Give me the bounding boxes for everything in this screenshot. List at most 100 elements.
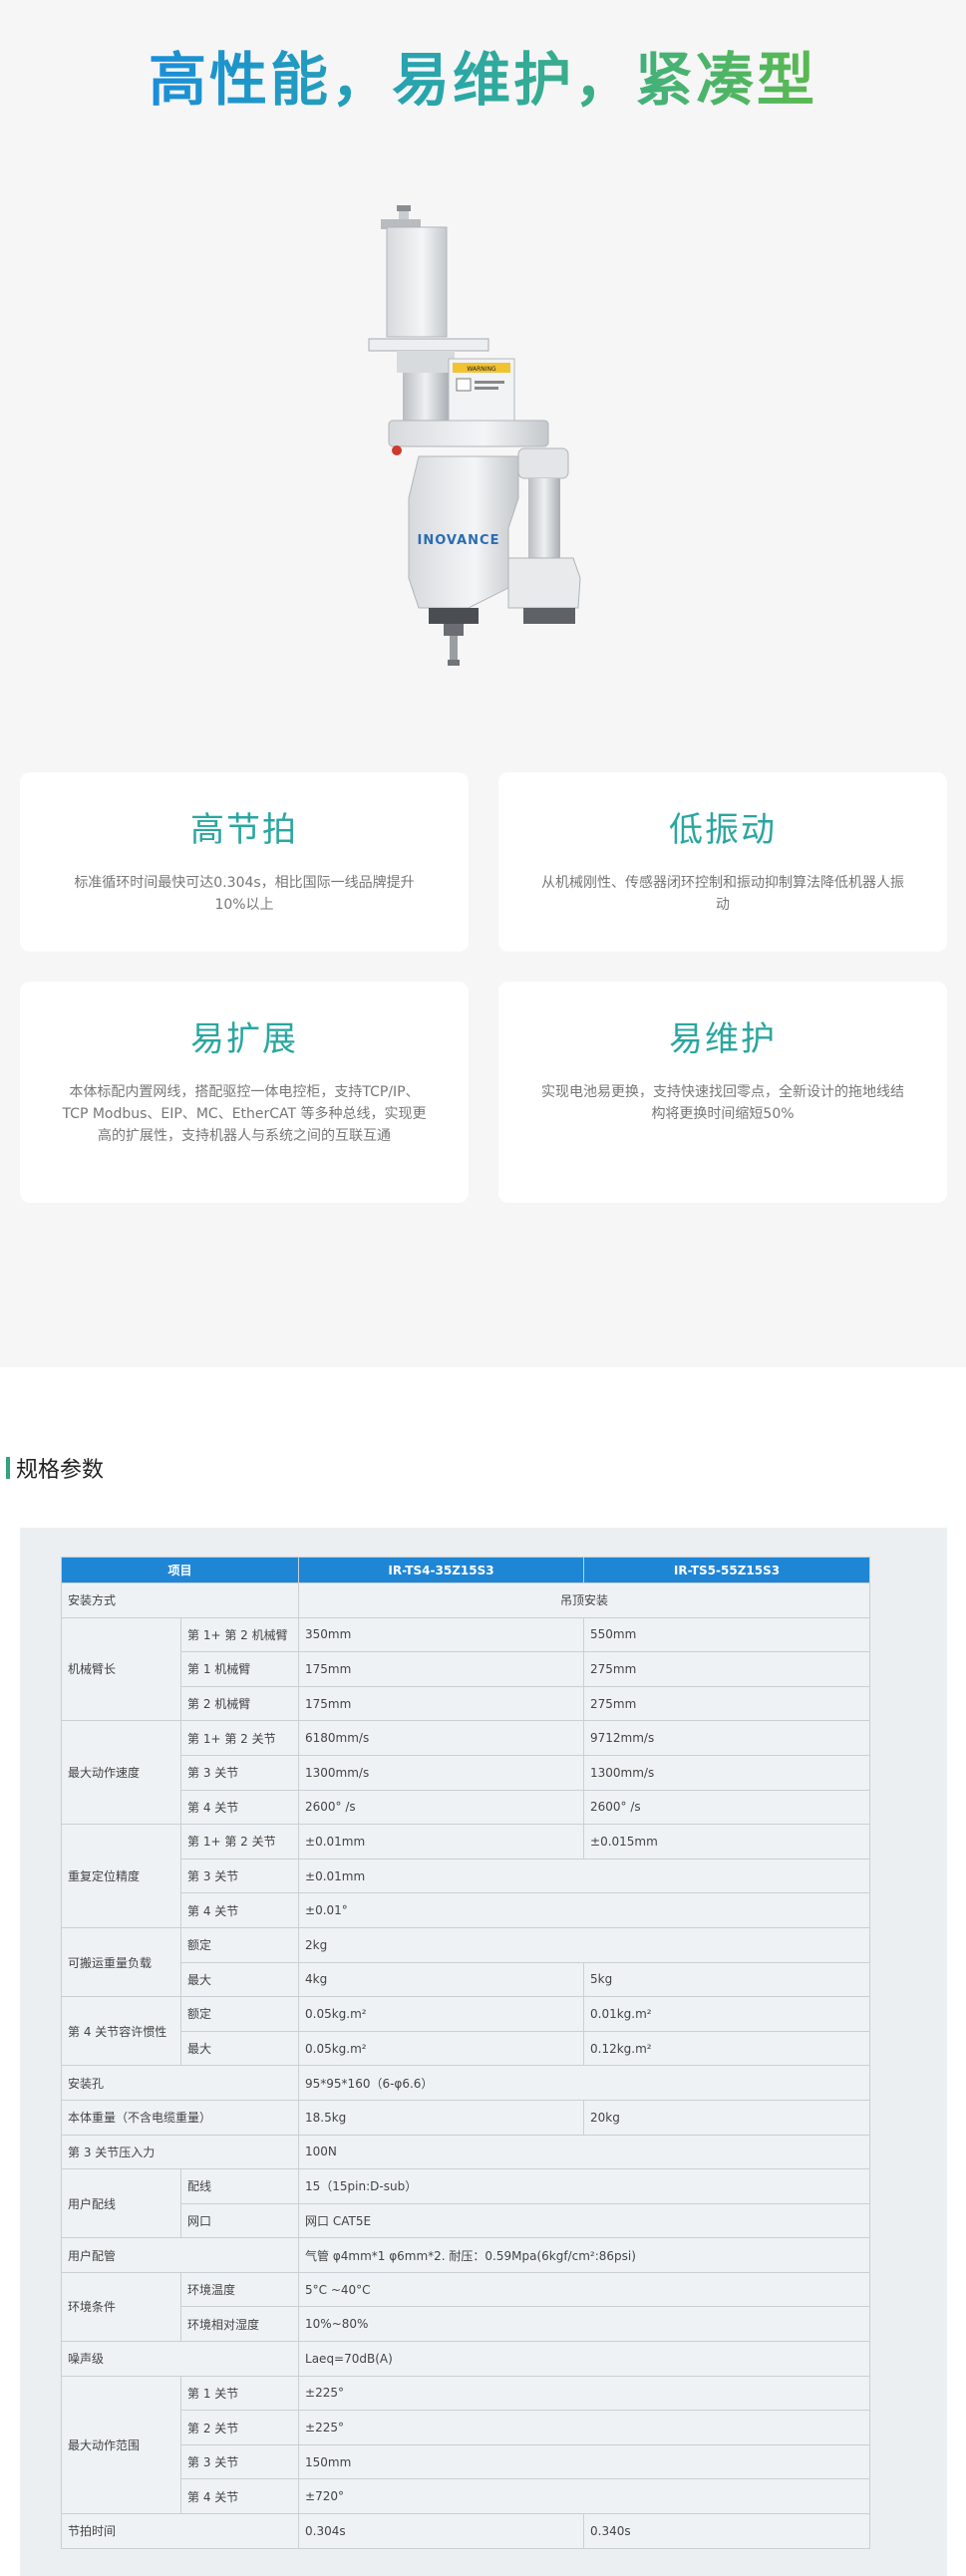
row-label: 第 3 关节 bbox=[179, 2443, 300, 2480]
row-label: 本体重量（不含电缆重量） bbox=[60, 2099, 300, 2136]
row-value-a: 0.05kg.m² bbox=[298, 2030, 585, 2067]
table-row: 重复定位精度 第 1+ 第 2 关节 ±0.01mm ±0.015mm bbox=[61, 1824, 871, 1928]
row-value-a: 0.05kg.m² bbox=[298, 1996, 585, 2032]
table-row: 第 4 关节 ±720° bbox=[62, 2478, 871, 2515]
table-row: 安装方式 吊顶安装 bbox=[60, 1582, 871, 1618]
table-row: 第 2 机械臂 175mm 275mm bbox=[62, 1685, 871, 1722]
row-value-b: 0.01kg.m² bbox=[583, 1996, 871, 2032]
row-value: 100N bbox=[298, 2134, 871, 2170]
row-value: 气管 φ4mm*1 φ6mm*2. 耐压：0.59Mpa(6kgf/cm²:86… bbox=[298, 2237, 871, 2273]
row-label: 额定 bbox=[179, 1996, 300, 2032]
feature-card-expandable: 易扩展 本体标配内置网线，搭配驱控一体电控柜，支持TCP/IP、TCP Modb… bbox=[20, 982, 469, 1203]
row-label: 额定 bbox=[179, 1926, 300, 1963]
row-label: 最大 bbox=[179, 2030, 300, 2067]
group-label: 机械臂长 bbox=[61, 1616, 181, 1722]
table-row: 可搬运重量负载 额定 2kg bbox=[61, 1926, 871, 1998]
row-label: 第 4 关节 bbox=[179, 2478, 300, 2515]
row-label: 噪声级 bbox=[60, 2341, 300, 2377]
table-row: 第 4 关节 2600° /s 2600° /s bbox=[62, 1789, 871, 1826]
group-label: 用户配线 bbox=[61, 2168, 181, 2239]
row-value-b: ±0.015mm bbox=[583, 1824, 871, 1860]
table-row: 安装孔 95*95*160（6-φ6.6） bbox=[60, 2065, 871, 2101]
feature-desc: 实现电池易更换，支持快速找回零点，全新设计的拖地线结构将更换时间缩短50% bbox=[541, 1084, 904, 1122]
row-value-a: 2600° /s bbox=[298, 1789, 585, 1826]
table-row: 环境条件 环境温度 5°C ~40°C bbox=[61, 2271, 871, 2343]
row-value: Laeq=70dB(A) bbox=[298, 2341, 871, 2377]
table-row: 第 1 机械臂 175mm 275mm bbox=[62, 1651, 871, 1687]
row-value-a: 4kg bbox=[298, 1961, 585, 1998]
table-row: 第 3 关节 1300mm/s 1300mm/s bbox=[62, 1754, 871, 1791]
row-label: 第 3 关节 bbox=[179, 1858, 300, 1894]
table-row: 用户配管 气管 φ4mm*1 φ6mm*2. 耐压：0.59Mpa(6kgf/c… bbox=[60, 2237, 871, 2273]
feature-title: 易维护 bbox=[669, 1019, 777, 1059]
table-row: 节拍时间 0.304s 0.340s bbox=[60, 2513, 871, 2549]
table-row: 第 4 关节 ±0.01° bbox=[62, 1892, 871, 1928]
scara-robot-image: WARNING INOVANCE bbox=[368, 205, 581, 666]
section-accent-bar bbox=[6, 1457, 10, 1479]
row-value-a: 350mm bbox=[298, 1616, 585, 1653]
feature-desc: 标准循环时间最快可达0.304s，相比国际一线品牌提升10%以上 bbox=[74, 875, 415, 913]
row-value: 吊顶安装 bbox=[298, 1582, 871, 1618]
group-label: 最大动作速度 bbox=[61, 1720, 181, 1826]
row-value: 10%~80% bbox=[298, 2306, 871, 2343]
table-row: 第 2 关节 ±225° bbox=[62, 2410, 871, 2445]
svg-text:INOVANCE: INOVANCE bbox=[418, 533, 500, 548]
row-label: 配线 bbox=[179, 2168, 300, 2204]
header-model-a: IR-TS4-35Z15S3 bbox=[298, 1557, 585, 1583]
feature-title: 易扩展 bbox=[190, 1019, 298, 1059]
row-label: 第 4 关节 bbox=[179, 1789, 300, 1826]
row-value-a: 175mm bbox=[298, 1651, 585, 1687]
row-value: 5°C ~40°C bbox=[298, 2271, 871, 2308]
row-value-a: 0.304s bbox=[298, 2513, 585, 2549]
row-value: ±0.01mm bbox=[298, 1858, 871, 1894]
row-value-b: 0.340s bbox=[583, 2513, 871, 2549]
row-value: 95*95*160（6-φ6.6） bbox=[298, 2065, 871, 2101]
table-row: 第 3 关节 ±0.01mm bbox=[62, 1858, 871, 1894]
feature-title: 高节拍 bbox=[190, 810, 298, 850]
table-row: 网口 网口 CAT5E bbox=[62, 2202, 871, 2239]
row-label: 网口 bbox=[179, 2202, 300, 2239]
row-label: 最大 bbox=[179, 1961, 300, 1998]
row-label: 第 4 关节 bbox=[179, 1892, 300, 1928]
row-label: 安装方式 bbox=[60, 1582, 300, 1618]
spec-section-title: 规格参数 bbox=[16, 1458, 105, 1483]
feature-card-easy-maintenance: 易维护 实现电池易更换，支持快速找回零点，全新设计的拖地线结构将更换时间缩短50… bbox=[498, 982, 947, 1203]
table-row: 最大动作范围 第 1 关节 ±225° bbox=[61, 2375, 871, 2515]
table-row: 第 4 关节容许惯性 额定 0.05kg.m² 0.01kg.m² bbox=[61, 1996, 871, 2067]
group-label: 最大动作范围 bbox=[61, 2375, 181, 2515]
row-value: 网口 CAT5E bbox=[298, 2202, 871, 2239]
row-label: 环境温度 bbox=[179, 2271, 300, 2308]
row-label: 第 3 关节压入力 bbox=[60, 2134, 300, 2170]
row-value-a: 175mm bbox=[298, 1685, 585, 1722]
row-label: 第 3 关节 bbox=[179, 1754, 300, 1791]
table-row: 环境相对湿度 10%~80% bbox=[62, 2306, 871, 2343]
row-value-b: 550mm bbox=[583, 1616, 871, 1653]
table-row: 最大 0.05kg.m² 0.12kg.m² bbox=[62, 2030, 871, 2067]
table-row: 本体重量（不含电缆重量） 18.5kg 20kg bbox=[60, 2099, 871, 2136]
row-label: 第 2 机械臂 bbox=[179, 1685, 300, 1722]
table-row: 第 3 关节 150mm bbox=[62, 2443, 871, 2480]
row-label: 第 1+ 第 2 关节 bbox=[179, 1720, 300, 1756]
feature-desc: 从机械刚性、传感器闭环控制和振动抑制算法降低机器人振动 bbox=[541, 875, 904, 913]
row-value-a: 6180mm/s bbox=[298, 1720, 585, 1756]
row-value: ±0.01° bbox=[298, 1892, 871, 1928]
row-label: 第 1 机械臂 bbox=[179, 1651, 300, 1687]
table-row: 噪声级 Laeq=70dB(A) bbox=[60, 2341, 871, 2377]
row-value-a: 1300mm/s bbox=[298, 1754, 585, 1791]
row-label: 用户配管 bbox=[60, 2237, 300, 2273]
row-value: ±720° bbox=[298, 2478, 871, 2515]
group-label: 环境条件 bbox=[61, 2271, 181, 2343]
row-value: 2kg bbox=[298, 1926, 871, 1963]
table-row: 机械臂长 第 1+ 第 2 机械臂 350mm 550mm bbox=[61, 1616, 871, 1722]
header-model-b: IR-TS5-55Z15S3 bbox=[583, 1557, 871, 1583]
table-row: 最大 4kg 5kg bbox=[62, 1961, 871, 1998]
row-label: 第 2 关节 bbox=[179, 2410, 300, 2445]
row-value: ±225° bbox=[298, 2410, 871, 2445]
row-value-a: 18.5kg bbox=[298, 2099, 585, 2136]
table-row: 用户配线 配线 15（15pin:D-sub） bbox=[61, 2168, 871, 2239]
row-label: 安装孔 bbox=[60, 2065, 300, 2101]
row-value-b: 2600° /s bbox=[583, 1789, 871, 1826]
hero-title: 高性能，易维护，紧凑型 bbox=[148, 46, 817, 114]
feature-desc: 本体标配内置网线，搭配驱控一体电控柜，支持TCP/IP、TCP Modbus、E… bbox=[62, 1084, 427, 1144]
group-label: 可搬运重量负载 bbox=[61, 1926, 181, 1998]
